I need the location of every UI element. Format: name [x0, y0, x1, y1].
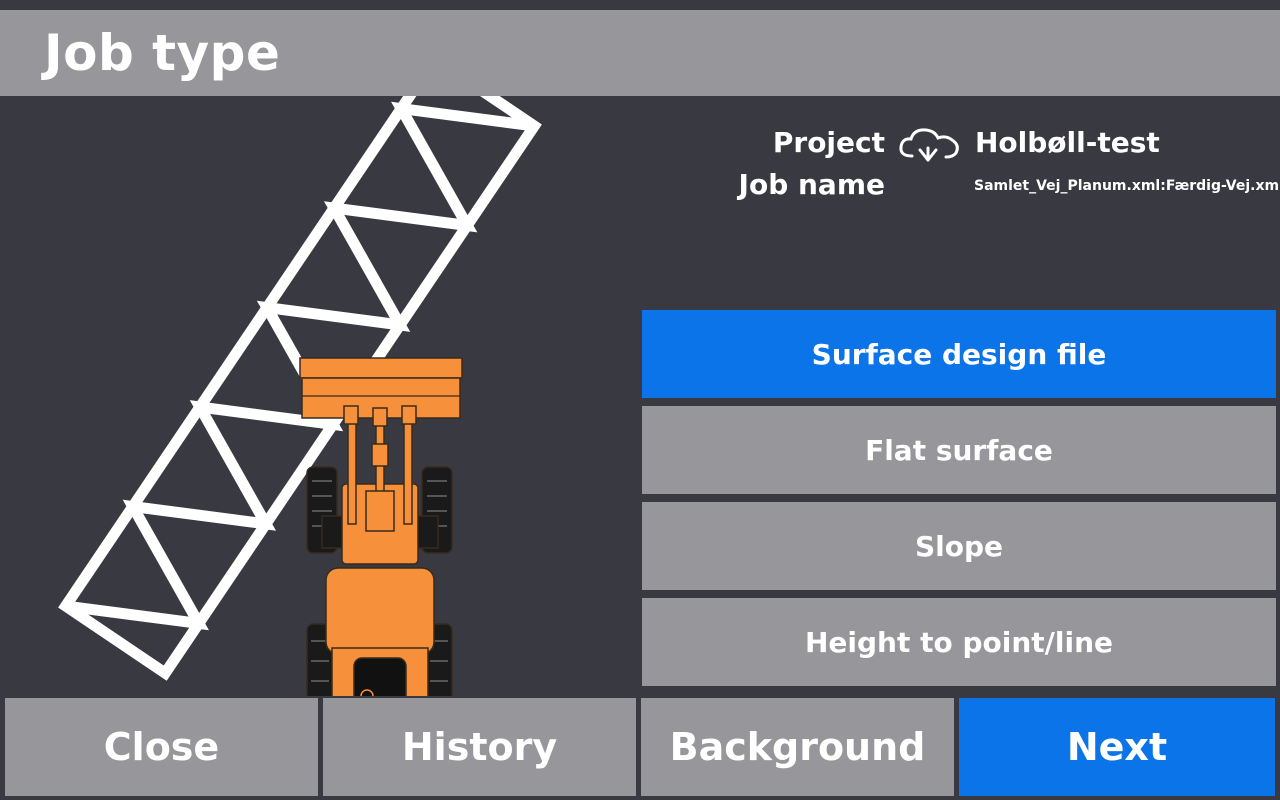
- option-height-to-point-line[interactable]: Height to point/line: [642, 598, 1276, 686]
- history-button[interactable]: History: [323, 698, 636, 796]
- design-surface-grid: [58, 51, 542, 681]
- page-title: Job type: [44, 24, 281, 82]
- footer-bar: Close History Background Next: [0, 696, 1280, 800]
- job-name-value: Samlet_Vej_Planum.xml:Færdig-Vej.xml: [974, 178, 1280, 194]
- main-area: Project Holbøll-test Job name Samlet_Vej…: [0, 51, 1280, 759]
- next-button[interactable]: Next: [959, 698, 1275, 796]
- job-name-label: Job name: [738, 168, 885, 201]
- top-strip: [0, 0, 1280, 10]
- wheel-loader: [299, 357, 463, 759]
- header-bar: Job type: [0, 10, 1280, 96]
- close-button[interactable]: Close: [5, 698, 318, 796]
- wheel-loader-on-design-surface-icon: [0, 51, 640, 759]
- option-flat-surface[interactable]: Flat surface: [642, 406, 1276, 494]
- option-slope[interactable]: Slope: [642, 502, 1276, 590]
- cloud-sync-icon: [899, 128, 959, 162]
- wheel-loader-illustration: [58, 51, 542, 759]
- project-value: Holbøll-test: [975, 126, 1160, 159]
- background-button[interactable]: Background: [641, 698, 954, 796]
- project-label: Project: [772, 126, 885, 159]
- option-surface-design-file[interactable]: Surface design file: [642, 310, 1276, 398]
- job-info-panel: Project Holbøll-test Job name Samlet_Vej…: [640, 96, 1280, 296]
